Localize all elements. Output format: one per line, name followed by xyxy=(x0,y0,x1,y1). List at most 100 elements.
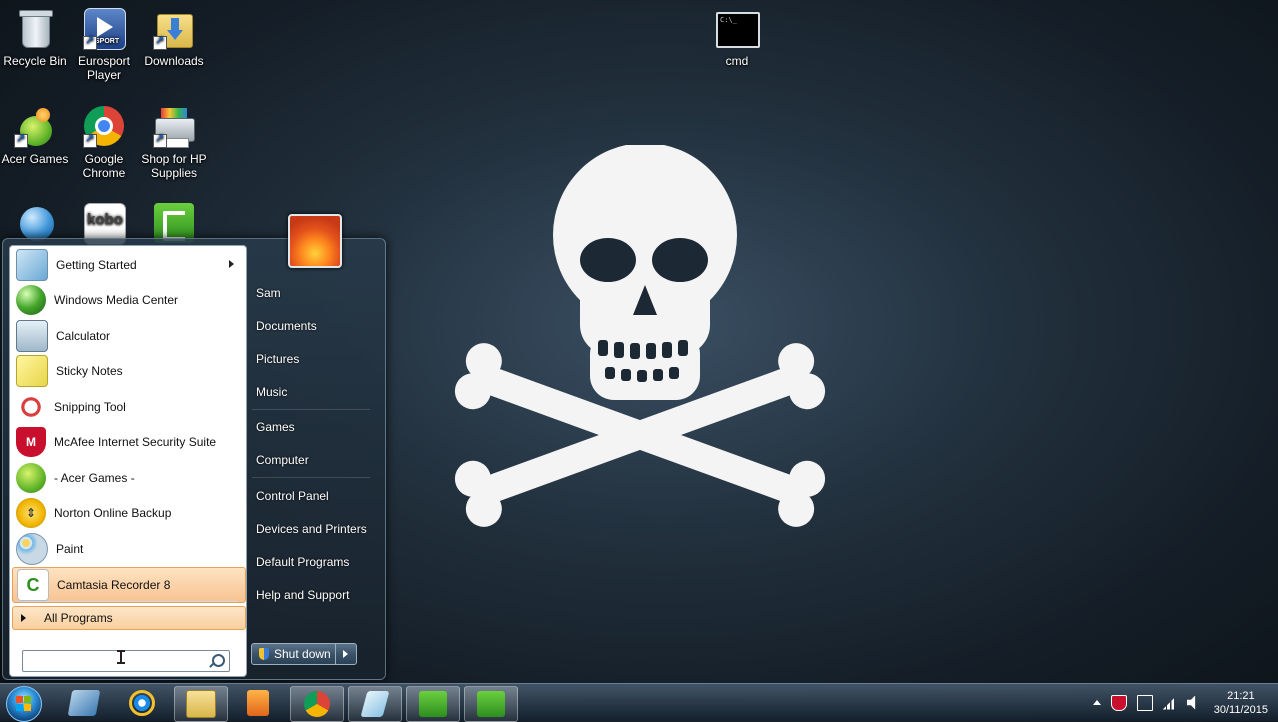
getting-started-icon xyxy=(16,249,48,281)
show-hidden-icons-icon[interactable] xyxy=(1092,700,1101,705)
desktop-icon-label: Recycle Bin xyxy=(3,54,67,68)
program-camtasia-recorder[interactable]: C Camtasia Recorder 8 xyxy=(12,567,246,603)
search-icon[interactable] xyxy=(212,654,225,667)
expand-arrow-icon xyxy=(21,614,26,622)
start-link-computer[interactable]: Computer xyxy=(256,453,309,467)
user-picture-flower[interactable] xyxy=(288,214,342,268)
start-button[interactable] xyxy=(6,686,42,722)
program-label: Snipping Tool xyxy=(54,400,126,414)
folder-download-icon xyxy=(153,8,195,50)
program-acer-games[interactable]: - Acer Games - xyxy=(12,461,244,495)
taskbar-camtasia[interactable] xyxy=(406,686,460,722)
norton-icon: ⇕ xyxy=(16,498,46,528)
taskbar-internet-explorer[interactable] xyxy=(116,686,168,720)
network-signal-icon[interactable] xyxy=(1162,695,1177,710)
calculator-icon xyxy=(16,320,48,352)
all-programs-label: All Programs xyxy=(44,611,113,625)
desktop-icon-label: Eurosport Player xyxy=(77,54,131,82)
program-label: - Acer Games - xyxy=(54,471,135,485)
calculator-taskbar-icon xyxy=(360,691,390,717)
shutdown-button[interactable]: Shut down xyxy=(251,643,357,665)
program-paint[interactable]: Paint xyxy=(12,532,244,566)
start-search-input[interactable] xyxy=(22,650,230,672)
start-link-devices-printers[interactable]: Devices and Printers xyxy=(256,522,367,536)
taskbar-chrome[interactable] xyxy=(290,686,344,722)
desktop-icon-eurosport-player[interactable]: SPORT Eurosport Player xyxy=(69,2,139,82)
program-label: McAfee Internet Security Suite xyxy=(54,435,217,449)
divider xyxy=(18,601,238,602)
desktop-icon-downloads[interactable]: Downloads xyxy=(139,2,209,68)
start-link-default-programs[interactable]: Default Programs xyxy=(256,555,349,569)
mcafee-tray-icon[interactable] xyxy=(1110,694,1127,711)
shortcut-arrow-icon xyxy=(83,132,97,148)
taskbar-calculator[interactable] xyxy=(348,686,402,722)
taskbar-camtasia-recorder[interactable] xyxy=(464,686,518,722)
program-label: Calculator xyxy=(56,329,111,343)
media-center-icon xyxy=(16,285,46,315)
camtasia-taskbar-icon xyxy=(419,691,447,717)
start-link-games[interactable]: Games xyxy=(256,420,295,434)
desktop-icon-label: Downloads xyxy=(144,54,204,68)
desktop-icon-google-chrome[interactable]: Google Chrome xyxy=(69,100,139,180)
taskbar-media-player[interactable] xyxy=(232,686,284,720)
program-calculator[interactable]: Calculator xyxy=(12,319,244,353)
uac-shield-icon xyxy=(259,648,269,660)
start-link-pictures[interactable]: Pictures xyxy=(256,352,299,366)
desktop-icon-acer-games[interactable]: Acer Games xyxy=(0,100,70,166)
shutdown-options-arrow-icon[interactable] xyxy=(335,644,356,664)
program-snipping-tool[interactable]: Snipping Tool xyxy=(12,390,244,424)
clock-time: 21:21 xyxy=(1227,689,1255,702)
acer-games-icon xyxy=(14,106,56,148)
start-link-documents[interactable]: Documents xyxy=(256,319,317,333)
hp-printer-icon xyxy=(153,106,195,148)
system-tray: 21:21 30/11/2015 xyxy=(1088,684,1272,721)
chrome-icon xyxy=(304,691,330,717)
chrome-icon xyxy=(83,106,125,148)
start-menu-programs-pane: Getting Started Windows Media Center Cal… xyxy=(9,245,247,677)
all-programs-button[interactable]: All Programs xyxy=(12,606,246,630)
eurosport-player-icon: SPORT xyxy=(83,8,126,50)
clock[interactable]: 21:21 30/11/2015 xyxy=(1214,689,1268,717)
program-mcafee[interactable]: M McAfee Internet Security Suite xyxy=(12,425,244,459)
start-link-music[interactable]: Music xyxy=(256,385,287,399)
taskbar: 21:21 30/11/2015 xyxy=(0,683,1278,722)
divider xyxy=(252,477,370,478)
start-link-control-panel[interactable]: Control Panel xyxy=(256,489,329,503)
desktop-icon-label: cmd xyxy=(725,54,749,68)
program-label: Paint xyxy=(56,542,84,556)
program-label: Camtasia Recorder 8 xyxy=(57,578,171,592)
submenu-arrow-icon xyxy=(229,260,234,268)
cmd-prompt-text: C:\_ xyxy=(720,16,737,24)
program-getting-started[interactable]: Getting Started xyxy=(12,248,244,282)
desktop-icon-cmd[interactable]: C:\_ cmd xyxy=(702,2,772,68)
start-menu: Getting Started Windows Media Center Cal… xyxy=(2,238,386,680)
desktop-icon-label: Shop for HP Supplies xyxy=(141,152,207,180)
program-label: Sticky Notes xyxy=(56,364,123,378)
cmd-icon: C:\_ xyxy=(716,8,760,50)
recycle-bin-icon xyxy=(14,8,56,50)
desktop-icon-label: Google Chrome xyxy=(82,152,126,180)
shortcut-arrow-icon xyxy=(153,34,167,50)
desktop-icon-shop-hp-supplies[interactable]: Shop for HP Supplies xyxy=(139,100,209,180)
clock-date: 30/11/2015 xyxy=(1213,703,1268,716)
kobo-badge: kobo xyxy=(87,211,123,228)
start-link-sam[interactable]: Sam xyxy=(256,286,281,300)
text-cursor-icon xyxy=(117,650,125,664)
program-windows-media-center[interactable]: Windows Media Center xyxy=(12,283,244,317)
skull-wallpaper xyxy=(454,145,826,527)
start-link-help-support[interactable]: Help and Support xyxy=(256,588,349,602)
program-sticky-notes[interactable]: Sticky Notes xyxy=(12,354,244,388)
shutdown-label: Shut down xyxy=(274,647,331,661)
windows-logo-icon xyxy=(16,696,32,712)
volume-icon[interactable] xyxy=(1186,695,1196,710)
taskbar-file-explorer[interactable] xyxy=(174,686,228,722)
taskbar-media-center[interactable] xyxy=(58,686,110,720)
action-center-flag-icon[interactable] xyxy=(1136,694,1153,711)
acer-games-icon xyxy=(16,463,46,493)
mcafee-icon: M xyxy=(16,427,46,457)
camtasia-recorder-taskbar-icon xyxy=(477,691,505,717)
snipping-tool-icon xyxy=(16,392,46,422)
desktop-icon-recycle-bin[interactable]: Recycle Bin xyxy=(0,2,70,68)
program-label: Windows Media Center xyxy=(54,293,179,307)
program-norton-online-backup[interactable]: ⇕ Norton Online Backup xyxy=(12,496,244,530)
